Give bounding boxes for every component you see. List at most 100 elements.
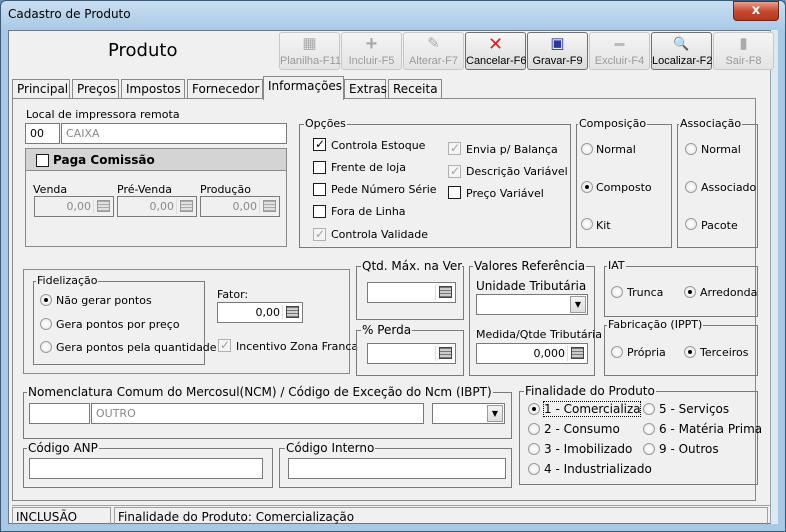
calculator-icon[interactable]: [439, 347, 452, 359]
grid-icon: ▦: [302, 35, 317, 52]
pre-venda-input[interactable]: 0,00: [117, 196, 197, 217]
gravar-button[interactable]: ▣ Gravar-F9: [527, 32, 588, 70]
frente-de-loja-checkbox[interactable]: [313, 161, 326, 174]
ncm-description-input[interactable]: OUTRO: [91, 403, 424, 424]
iat-arredonda-label: Arredonda: [700, 286, 758, 299]
medida-tributaria-input[interactable]: 0,000: [476, 343, 588, 364]
tab-receita[interactable]: Receita: [388, 79, 442, 99]
finalidade-1-radio[interactable]: [528, 403, 540, 415]
tab-extras[interactable]: Extras: [344, 79, 387, 99]
descricao-variavel-checkbox[interactable]: ✓: [448, 164, 461, 178]
codigo-interno-input[interactable]: [288, 458, 506, 479]
finalidade-5-radio[interactable]: [643, 403, 655, 415]
fator-input[interactable]: 0,00: [217, 302, 303, 323]
composicao-normal-radio[interactable]: [581, 143, 593, 155]
associacao-pacote-radio[interactable]: [685, 218, 697, 230]
associacao-associado-radio[interactable]: [685, 181, 697, 193]
iat-arredonda-radio[interactable]: [684, 286, 696, 298]
window-edge: [770, 30, 778, 524]
finalidade-3-radio[interactable]: [528, 443, 540, 455]
associacao-normal-label: Normal: [701, 143, 741, 156]
medida-tributaria-label: Medida/Qtde Tributária: [476, 328, 602, 341]
preco-variavel-checkbox[interactable]: [448, 186, 461, 199]
cancelar-button[interactable]: ✕ Cancelar-F6: [465, 32, 527, 70]
opcoes-title: Opções: [304, 117, 347, 131]
status-bar: INCLUSÃO Finalidade do Produto: Comercia…: [12, 505, 770, 525]
pede-numero-serie-checkbox[interactable]: [313, 183, 326, 196]
pontos-preco-radio[interactable]: [40, 318, 52, 330]
localizar-button[interactable]: 🔍 Localizar-F2: [651, 32, 713, 70]
unidade-tributaria-select[interactable]: ▼: [476, 294, 588, 315]
finalidade-9-label: 9 - Outros: [659, 442, 719, 456]
codigo-interno-title: Código Interno: [285, 441, 376, 455]
valores-referencia-title: Valores Referência: [473, 259, 587, 273]
tab-informacoes[interactable]: Informações: [263, 76, 344, 100]
status-message: Finalidade do Produto: Comercialização: [114, 507, 768, 525]
finalidade-1-label: 1 - Comercialização: [543, 401, 641, 417]
tab-principal[interactable]: Principal: [12, 79, 70, 99]
incluir-button[interactable]: + Incluir-F5: [341, 32, 402, 70]
producao-input[interactable]: 0,00: [200, 196, 280, 217]
alterar-button[interactable]: ✎ Alterar-F7: [403, 32, 464, 70]
finalidade-3-label: 3 - Imobilizado: [544, 442, 633, 456]
planilha-button[interactable]: ▦ Planilha-F11: [279, 32, 341, 70]
iat-trunca-radio[interactable]: [611, 286, 623, 298]
window-title: Cadastro de Produto: [8, 7, 131, 21]
cancel-icon: ✕: [487, 34, 504, 54]
envia-balanca-label: Envia p/ Balança: [466, 143, 558, 156]
tab-fornecedor[interactable]: Fornecedor: [187, 79, 263, 99]
composicao-composto-label: Composto: [596, 181, 652, 194]
fabricacao-terceiros-radio[interactable]: [684, 346, 696, 358]
paga-comissao-checkbox[interactable]: [36, 154, 49, 167]
status-mode: INCLUSÃO: [12, 507, 111, 525]
envia-balanca-checkbox[interactable]: ✓: [448, 141, 461, 155]
calculator-icon[interactable]: [263, 200, 276, 212]
calculator-icon[interactable]: [97, 200, 110, 212]
finalidade-9-radio[interactable]: [643, 443, 655, 455]
close-button[interactable]: x: [733, 1, 779, 21]
qtd-max-input[interactable]: [367, 282, 456, 303]
nao-gerar-pontos-radio[interactable]: [40, 294, 52, 306]
fabricacao-propria-radio[interactable]: [611, 346, 623, 358]
exit-icon: ▮: [739, 35, 748, 52]
chevron-down-icon[interactable]: ▼: [570, 296, 586, 313]
impressora-name-input[interactable]: CAIXA: [61, 123, 287, 144]
perda-input[interactable]: [367, 343, 456, 364]
minus-icon: ▬: [614, 38, 625, 49]
composicao-composto-radio[interactable]: [581, 181, 593, 193]
controla-validade-checkbox[interactable]: ✓: [313, 227, 326, 241]
chevron-down-icon[interactable]: ▼: [487, 405, 503, 422]
pontos-quantidade-radio[interactable]: [40, 341, 52, 353]
associacao-normal-radio[interactable]: [685, 143, 697, 155]
ncm-excecao-select[interactable]: ▼: [432, 403, 505, 424]
calculator-icon[interactable]: [571, 347, 584, 359]
finalidade-2-radio[interactable]: [528, 423, 540, 435]
tab-impostos[interactable]: Impostos: [121, 79, 185, 99]
codigo-anp-input[interactable]: [29, 458, 263, 479]
controla-estoque-checkbox[interactable]: ✓: [313, 137, 326, 151]
calculator-icon[interactable]: [286, 306, 299, 318]
finalidade-6-radio[interactable]: [643, 423, 655, 435]
zona-franca-checkbox[interactable]: ✓: [218, 338, 231, 352]
composicao-kit-radio[interactable]: [581, 218, 593, 230]
form-title: Produto: [108, 40, 178, 61]
pontos-preco-label: Gera pontos por preço: [56, 318, 180, 331]
fora-de-linha-checkbox[interactable]: [313, 205, 326, 218]
finalidade-4-radio[interactable]: [528, 463, 540, 475]
sair-button[interactable]: ▮ Sair-F8: [713, 32, 774, 70]
venda-input[interactable]: 0,00: [34, 196, 114, 217]
calculator-icon[interactable]: [180, 200, 193, 212]
paga-comissao-label: Paga Comissão: [53, 153, 155, 167]
fabricacao-title: Fabricação (IPPT): [607, 318, 704, 332]
finalidade-4-label: 4 - Industrializado: [544, 462, 652, 476]
ncm-code-input[interactable]: [29, 403, 90, 424]
impressora-code-input[interactable]: 00: [25, 123, 60, 144]
associacao-title: Associação: [679, 117, 743, 131]
tab-precos[interactable]: Preços: [72, 79, 119, 99]
fabricacao-terceiros-label: Terceiros: [700, 346, 749, 359]
calculator-icon[interactable]: [439, 286, 452, 298]
excluir-button[interactable]: ▬ Excluir-F4: [589, 32, 650, 70]
controla-estoque-label: Controla Estoque: [331, 139, 426, 152]
preco-variavel-label: Preço Variável: [466, 187, 544, 200]
codigo-anp-title: Código ANP: [27, 441, 99, 455]
